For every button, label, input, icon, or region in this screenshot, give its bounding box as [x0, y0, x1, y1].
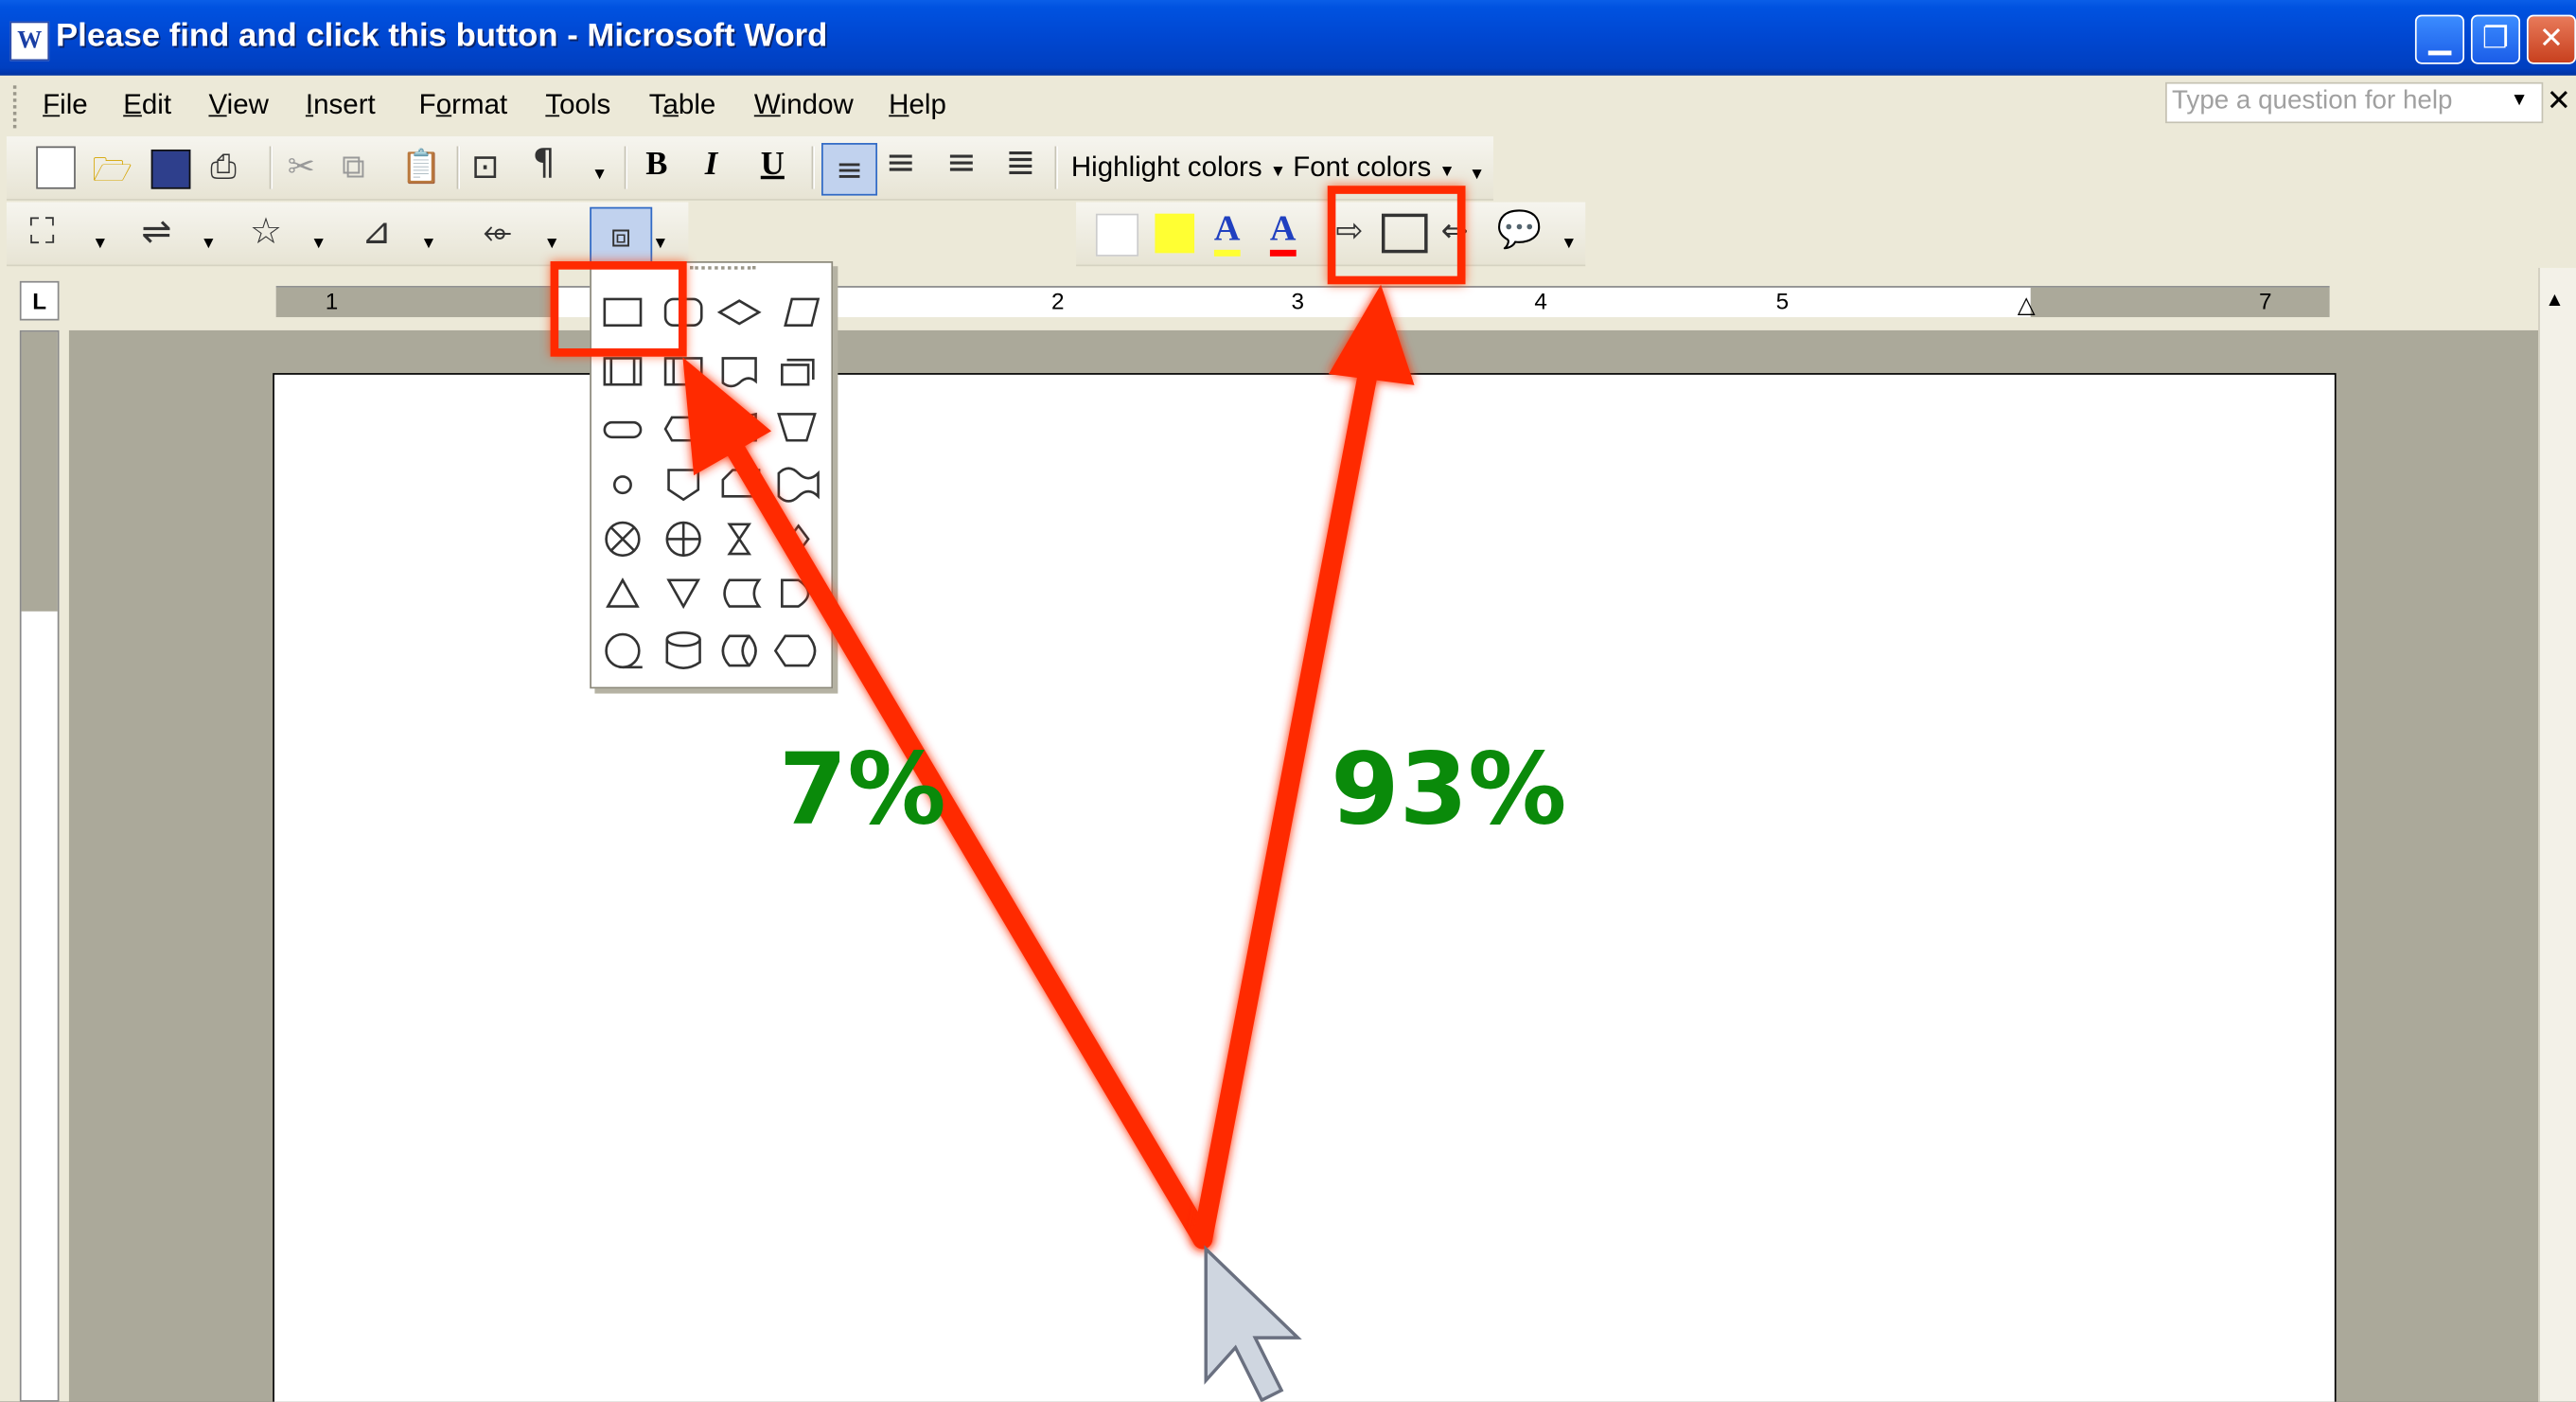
left-target-percentage: 7%	[778, 733, 946, 848]
right-target-percentage: 93%	[1331, 733, 1567, 848]
annotation-arrows	[682, 284, 1415, 1402]
mouse-cursor-icon	[1204, 1245, 1302, 1402]
